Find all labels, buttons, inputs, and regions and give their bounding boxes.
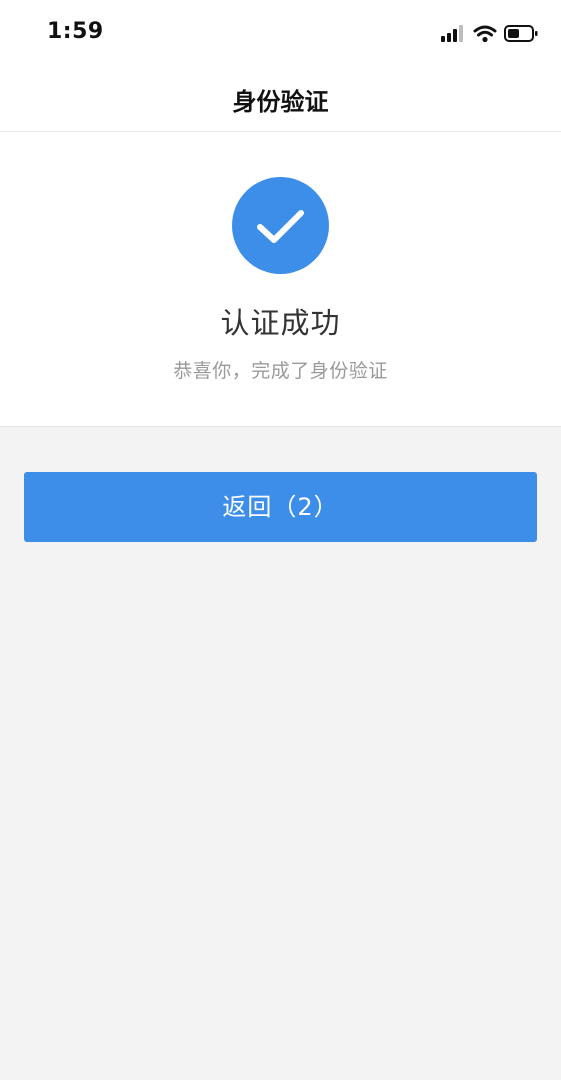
result-subtitle: 恭喜你，完成了身份验证 xyxy=(173,360,388,382)
status-time: 1:59 xyxy=(47,19,104,44)
checkmark-icon xyxy=(257,210,304,243)
result-title: 认证成功 xyxy=(220,306,341,340)
status-bar: 1:59 xyxy=(0,0,561,66)
wifi-icon xyxy=(473,25,497,43)
result-panel: 认证成功 恭喜你，完成了身份验证 xyxy=(0,132,561,427)
nav-bar: 身份验证 xyxy=(0,66,561,132)
page-title: 身份验证 xyxy=(232,88,329,116)
status-icons xyxy=(441,25,538,43)
battery-icon xyxy=(504,25,538,42)
screen: 1:59 身份验证 认证成功 恭喜你，完成了身份验证 返回（2） xyxy=(0,0,561,1080)
signal-icon xyxy=(441,25,463,42)
success-check-circle xyxy=(232,177,329,274)
back-button[interactable]: 返回（2） xyxy=(24,472,537,542)
